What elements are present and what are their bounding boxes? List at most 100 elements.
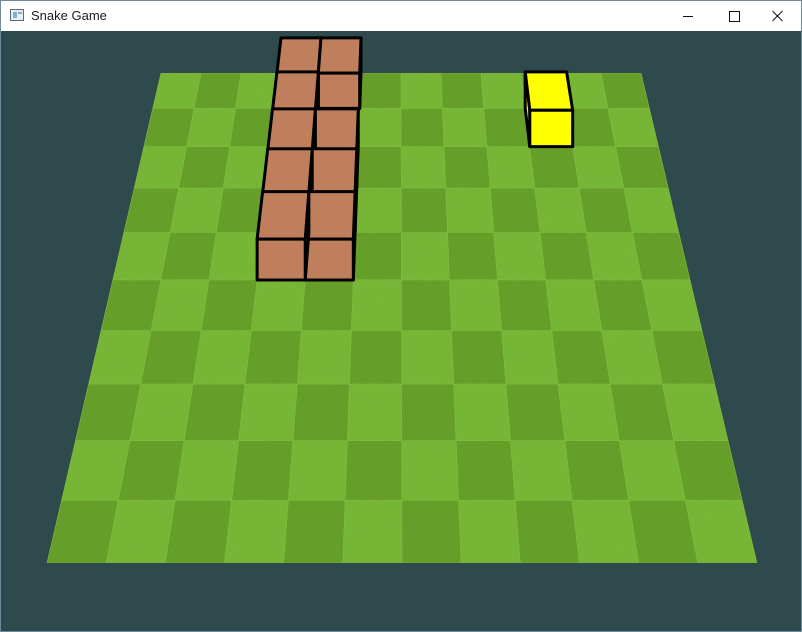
app-window: Snake Game [0, 0, 802, 632]
grass-tile [529, 146, 580, 189]
snake-segment-front [303, 237, 355, 282]
grass-tile [600, 72, 650, 109]
grass-tile [353, 232, 402, 281]
grass-tile [46, 500, 119, 564]
grass-tile [354, 187, 402, 233]
grass-tile [231, 440, 294, 501]
snake-segment-front [255, 237, 307, 282]
grass-tile [440, 72, 485, 109]
grass-tile [169, 187, 224, 233]
grass-tile [349, 330, 402, 385]
game-scene [46, 36, 758, 564]
grass-tile [344, 440, 403, 501]
maximize-icon [728, 10, 740, 22]
snake-segment-top [310, 107, 360, 152]
grass-tile [224, 500, 289, 564]
grass-tile [123, 187, 180, 233]
grass-tile [449, 279, 502, 331]
snake-segment [316, 36, 363, 110]
grass-tile [100, 279, 162, 331]
grass-tile [545, 279, 603, 331]
grass-tile [174, 440, 239, 501]
grass-tile [178, 146, 230, 189]
grass-tile [401, 232, 450, 281]
grass-tile [150, 279, 210, 331]
window-title: Snake Game [31, 8, 107, 23]
minimize-icon [683, 15, 693, 17]
grass-tile [105, 500, 176, 564]
snake-segment-top [303, 190, 357, 241]
grass-tile [251, 279, 306, 331]
close-button[interactable] [755, 1, 801, 31]
grass-tile [483, 108, 531, 147]
grass-tile [501, 330, 559, 385]
snake-segment-top [261, 147, 314, 195]
grass-tile [443, 146, 491, 189]
grass-tile [497, 279, 553, 331]
grass-tile [88, 330, 152, 385]
grass-tile [632, 232, 691, 281]
grass-tile [551, 330, 611, 385]
snake-segment-top [255, 190, 311, 241]
grass-tile [200, 279, 258, 331]
grass-tile [401, 279, 452, 331]
grass-tile [505, 383, 566, 441]
grass-tile [238, 383, 298, 441]
grass-tile [342, 500, 403, 564]
grass-tile [400, 72, 443, 109]
grass-tile [401, 330, 455, 385]
grass-tile [539, 232, 595, 281]
grass-tile [455, 440, 516, 501]
grass-board [46, 72, 758, 564]
minimize-button[interactable] [665, 1, 711, 31]
grass-tile [585, 232, 643, 281]
grass-tile [673, 440, 743, 501]
grass-tile [572, 146, 625, 189]
grass-tile [489, 187, 541, 233]
grass-tile [357, 108, 402, 147]
food-cube-body-front [528, 108, 575, 149]
grass-tile [447, 232, 498, 281]
food-cube-body-top [523, 70, 575, 112]
grass-tile [453, 383, 511, 441]
grass-tile [564, 440, 630, 501]
grass-tile [442, 108, 488, 147]
grass-tile [515, 500, 580, 564]
snake-segment [303, 190, 357, 282]
grass-tile [400, 187, 448, 233]
grass-tile [112, 232, 171, 281]
grass-tile [193, 72, 242, 109]
title-bar[interactable]: Snake Game [1, 1, 801, 31]
snake-segment-top [307, 147, 359, 195]
food-cube [523, 70, 575, 149]
grass-tile [401, 440, 459, 501]
grass-tile [685, 500, 758, 564]
grass-tile [117, 440, 185, 501]
grass-tile [445, 187, 495, 233]
grass-tile [578, 187, 633, 233]
grass-tile [607, 108, 659, 147]
grass-tile [183, 383, 246, 441]
grass-tile [244, 330, 302, 385]
grass-tile [301, 279, 354, 331]
grass-tile [143, 108, 195, 147]
grass-tile [493, 232, 547, 281]
maximize-button[interactable] [711, 1, 757, 31]
grass-tile [75, 383, 142, 441]
grass-tile [400, 108, 445, 147]
grass-tile [292, 383, 350, 441]
grass-tile [662, 383, 729, 441]
snake-segment-top [316, 36, 363, 75]
game-viewport[interactable] [1, 31, 801, 631]
grass-tile [288, 440, 348, 501]
grass-tile [129, 383, 194, 441]
grass-tile [160, 232, 217, 281]
grass-tile [192, 330, 252, 385]
snake-segment [255, 190, 311, 282]
grass-tile [510, 440, 573, 501]
grass-tile [557, 383, 620, 441]
grass-tile [451, 330, 507, 385]
grass-tile [347, 383, 403, 441]
grass-tile [186, 108, 236, 147]
grass-tile [651, 330, 715, 385]
